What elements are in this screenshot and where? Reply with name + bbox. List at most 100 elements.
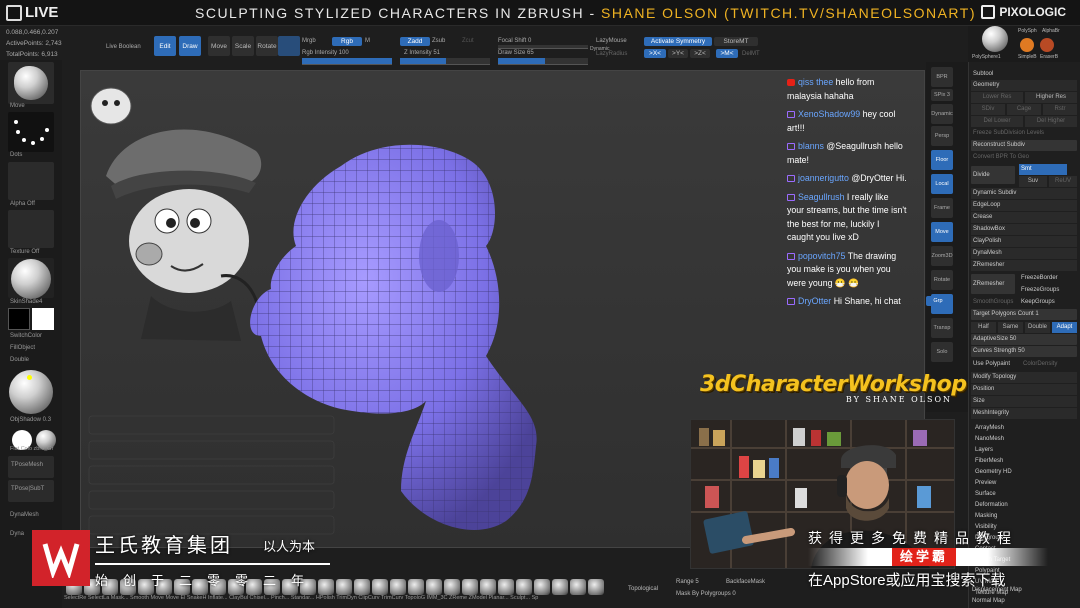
brush-icon[interactable]: [444, 579, 460, 595]
m-button[interactable]: M: [365, 38, 370, 44]
brush-icon[interactable]: [480, 579, 496, 595]
freezeborder-button[interactable]: FreezeBorder: [1019, 273, 1077, 284]
fibermesh-menu[interactable]: FiberMesh: [973, 456, 1079, 467]
activate-symmetry-button[interactable]: Activate Symmetry: [644, 37, 712, 46]
curves-strength-slider[interactable]: Curves Strength 50: [971, 346, 1077, 357]
nanomesh-menu[interactable]: NanoMesh: [973, 434, 1079, 445]
surface-menu[interactable]: Surface: [973, 489, 1079, 500]
rgb-intensity-slider[interactable]: [302, 58, 392, 65]
grp-button[interactable]: Grp: [926, 296, 950, 306]
brush-icon[interactable]: [390, 579, 406, 595]
sym-x-button[interactable]: >X<: [644, 49, 666, 58]
stroke-thumbnail[interactable]: [8, 112, 54, 152]
meshintegrity-menu[interactable]: MeshIntegrity: [971, 408, 1077, 419]
keepgroups-button[interactable]: KeepGroups: [1019, 297, 1077, 308]
same-button[interactable]: Same: [998, 322, 1023, 333]
transp-button[interactable]: Transp: [931, 318, 953, 338]
adapt-button[interactable]: Adapt: [1052, 322, 1077, 333]
focal-shift-slider[interactable]: [498, 45, 588, 49]
geometry-menu[interactable]: Geometry: [971, 80, 1077, 91]
brush-icon[interactable]: [462, 579, 478, 595]
fill-object-button[interactable]: FillObject: [10, 345, 35, 351]
position-menu[interactable]: Position: [971, 384, 1077, 395]
brush-icon[interactable]: [552, 579, 568, 595]
rotate-view-button[interactable]: Rotate: [931, 270, 953, 290]
brush-icon[interactable]: [408, 579, 424, 595]
preview-menu[interactable]: Preview: [973, 478, 1079, 489]
higher-res-button[interactable]: Higher Res: [1025, 92, 1077, 103]
edgeloop-menu[interactable]: EdgeLoop: [971, 200, 1077, 211]
reconstruct-subdiv-button[interactable]: Reconstruct Subdiv: [971, 140, 1077, 151]
divide-button[interactable]: Divide: [971, 166, 1015, 184]
polysphere-thumbnail[interactable]: [982, 26, 1008, 52]
lazymouse-button[interactable]: LazyMouse: [596, 38, 627, 44]
zoom3d-button[interactable]: Zoom3D: [931, 246, 953, 266]
spix-slider[interactable]: SPix 3: [931, 89, 953, 101]
deformation-menu[interactable]: Deformation: [973, 500, 1079, 511]
brush-thumbnail[interactable]: [8, 62, 54, 104]
solo-button[interactable]: Solo: [931, 342, 953, 362]
modify-topology-menu[interactable]: Modify Topology: [971, 372, 1077, 383]
target-polygons-slider[interactable]: Target Polygons Count 1: [971, 309, 1077, 320]
edit-button[interactable]: Edit: [154, 36, 176, 56]
live-boolean-button[interactable]: Live Boolean: [106, 44, 141, 50]
brush-icon[interactable]: [570, 579, 586, 595]
sym-y-button[interactable]: >Y<: [668, 49, 688, 58]
rgb-button[interactable]: Rgb: [332, 37, 362, 46]
zremesher-menu[interactable]: ZRemesher: [971, 260, 1077, 271]
move-button[interactable]: Move: [208, 36, 230, 56]
texture-thumbnail[interactable]: [8, 210, 54, 248]
draw-button[interactable]: Draw: [179, 36, 201, 56]
brush-icon[interactable]: [372, 579, 388, 595]
size-menu[interactable]: Size: [971, 396, 1077, 407]
eraserbrush-thumbnail[interactable]: [1040, 38, 1054, 52]
brush-icon[interactable]: [336, 579, 352, 595]
layers-menu[interactable]: Layers: [973, 445, 1079, 456]
sym-m-button[interactable]: >M<: [716, 49, 738, 58]
crease-menu[interactable]: Crease: [971, 212, 1077, 223]
subtool-menu[interactable]: Subtool: [971, 69, 1077, 80]
brush-icon[interactable]: [426, 579, 442, 595]
convert-bpr-button[interactable]: Convert BPR To Geo: [971, 152, 1077, 163]
alpha-thumbnail[interactable]: [8, 162, 54, 200]
switch-color-button[interactable]: SwitchColor: [10, 333, 42, 339]
zadd-button[interactable]: Zadd: [400, 37, 430, 46]
masking-menu[interactable]: Masking: [973, 511, 1079, 522]
brush-icon[interactable]: [516, 579, 532, 595]
dyna-button[interactable]: Dyna: [10, 531, 24, 537]
arraymesh-menu[interactable]: ArrayMesh: [973, 423, 1079, 434]
tpose-mesh-button[interactable]: TPoseMesh: [8, 456, 54, 478]
reuv-button[interactable]: ReUV: [1049, 176, 1077, 187]
range-slider[interactable]: Range 5: [676, 579, 699, 585]
bpr-button[interactable]: BPR: [931, 67, 953, 87]
freeze-subdiv-button[interactable]: Freeze SubDivision Levels: [971, 128, 1077, 139]
use-polypaint-button[interactable]: Use Polypaint: [971, 359, 1021, 370]
draw-size-slider[interactable]: [498, 58, 588, 65]
brush-icon[interactable]: [354, 579, 370, 595]
store-mt-button[interactable]: StoreMT: [714, 37, 758, 46]
sym-z-button[interactable]: >Z<: [690, 49, 710, 58]
rotate-button[interactable]: Rotate: [256, 36, 278, 56]
floor-button[interactable]: Floor: [931, 150, 953, 170]
del-higher-button[interactable]: Del Higher: [1025, 116, 1077, 127]
dynamesh-button[interactable]: DynaMesh: [10, 512, 39, 518]
zremesher-button[interactable]: ZRemesher: [971, 274, 1015, 294]
brush-icon[interactable]: [534, 579, 550, 595]
cage-button[interactable]: Cage: [1007, 104, 1041, 115]
move-view-button[interactable]: Move: [931, 222, 953, 242]
color-density-slider[interactable]: ColorDensity: [1021, 359, 1077, 370]
simplebrush-thumbnail[interactable]: [1020, 38, 1034, 52]
polyf-button[interactable]: [278, 36, 300, 56]
adaptive-size-slider[interactable]: AdaptiveSize 50: [971, 334, 1077, 345]
shadowbox-menu[interactable]: ShadowBox: [971, 224, 1077, 235]
backface-mask-button[interactable]: BackfaceMask: [726, 579, 765, 585]
smoothgroups-button[interactable]: SmoothGroups: [971, 297, 1015, 308]
secondary-color-swatch[interactable]: [8, 308, 30, 330]
brush-icon[interactable]: [318, 579, 334, 595]
dynamesh-menu[interactable]: DynaMesh: [971, 248, 1077, 259]
topological-button[interactable]: Topological: [628, 586, 658, 592]
dynamic-subdiv-menu[interactable]: Dynamic Subdiv: [971, 188, 1077, 199]
z-intensity-slider[interactable]: [400, 58, 490, 65]
material-thumbnail[interactable]: [8, 258, 54, 299]
primary-color-swatch[interactable]: [32, 308, 54, 330]
